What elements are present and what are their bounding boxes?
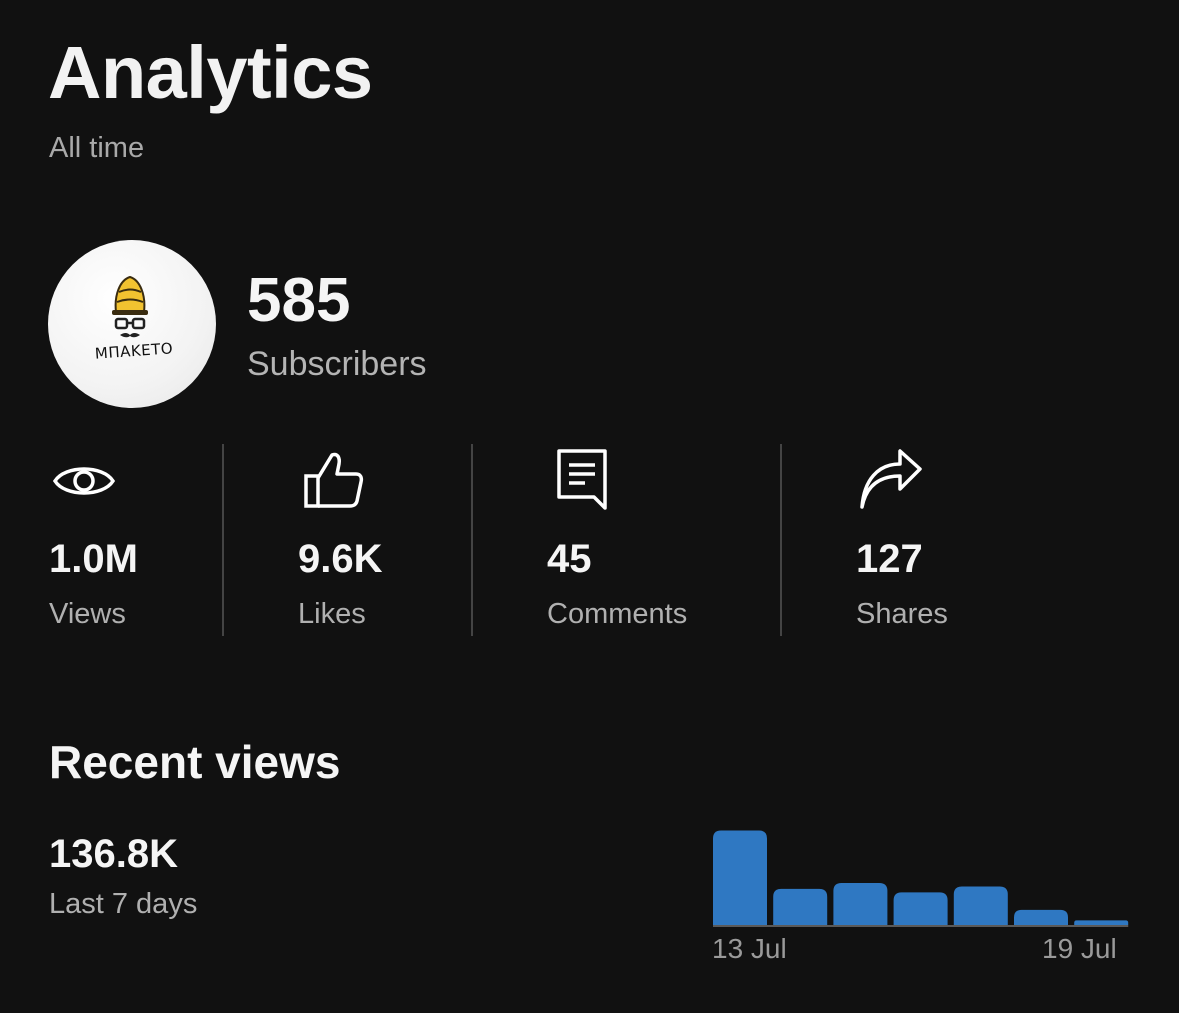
stat-divider <box>471 444 473 636</box>
shares-value: 127 <box>856 537 923 581</box>
stat-divider <box>222 444 224 636</box>
comment-icon <box>557 449 607 510</box>
subscriber-label: Subscribers <box>247 345 427 383</box>
shares-label: Shares <box>856 598 948 630</box>
recent-views-title: Recent views <box>49 736 341 788</box>
recent-views-value: 136.8K <box>49 832 178 876</box>
recent-views-period: Last 7 days <box>49 888 198 920</box>
channel-logo <box>112 275 148 338</box>
x-tick-label: 13 Jul <box>712 933 787 964</box>
share-icon <box>860 449 922 509</box>
views-value: 1.0M <box>49 537 138 581</box>
subscriber-count: 585 <box>247 266 351 335</box>
page-title: Analytics <box>48 31 373 114</box>
chart-bar-19-jul[interactable] <box>1074 920 1129 925</box>
chart-bar-15-jul[interactable] <box>833 883 888 925</box>
eye-icon <box>52 467 116 495</box>
chart-bar-16-jul[interactable] <box>893 892 948 925</box>
chart-bar-14-jul[interactable] <box>773 888 828 925</box>
chart-bar-18-jul[interactable] <box>1014 909 1068 925</box>
chart-bar-17-jul[interactable] <box>953 886 1008 926</box>
x-tick-label: 19 Jul <box>1042 933 1117 964</box>
thumbs-up-icon <box>304 452 364 508</box>
comments-label: Comments <box>547 598 688 630</box>
likes-value: 9.6K <box>298 537 383 581</box>
comments-value: 45 <box>547 537 592 581</box>
chart-bar-13-jul[interactable] <box>713 830 767 926</box>
channel-avatar[interactable]: ΜΠΑΚΕΤΟ <box>48 240 216 408</box>
stat-divider <box>780 444 782 636</box>
likes-label: Likes <box>298 598 366 630</box>
views-label: Views <box>49 598 126 630</box>
time-range-label[interactable]: All time <box>49 130 144 166</box>
